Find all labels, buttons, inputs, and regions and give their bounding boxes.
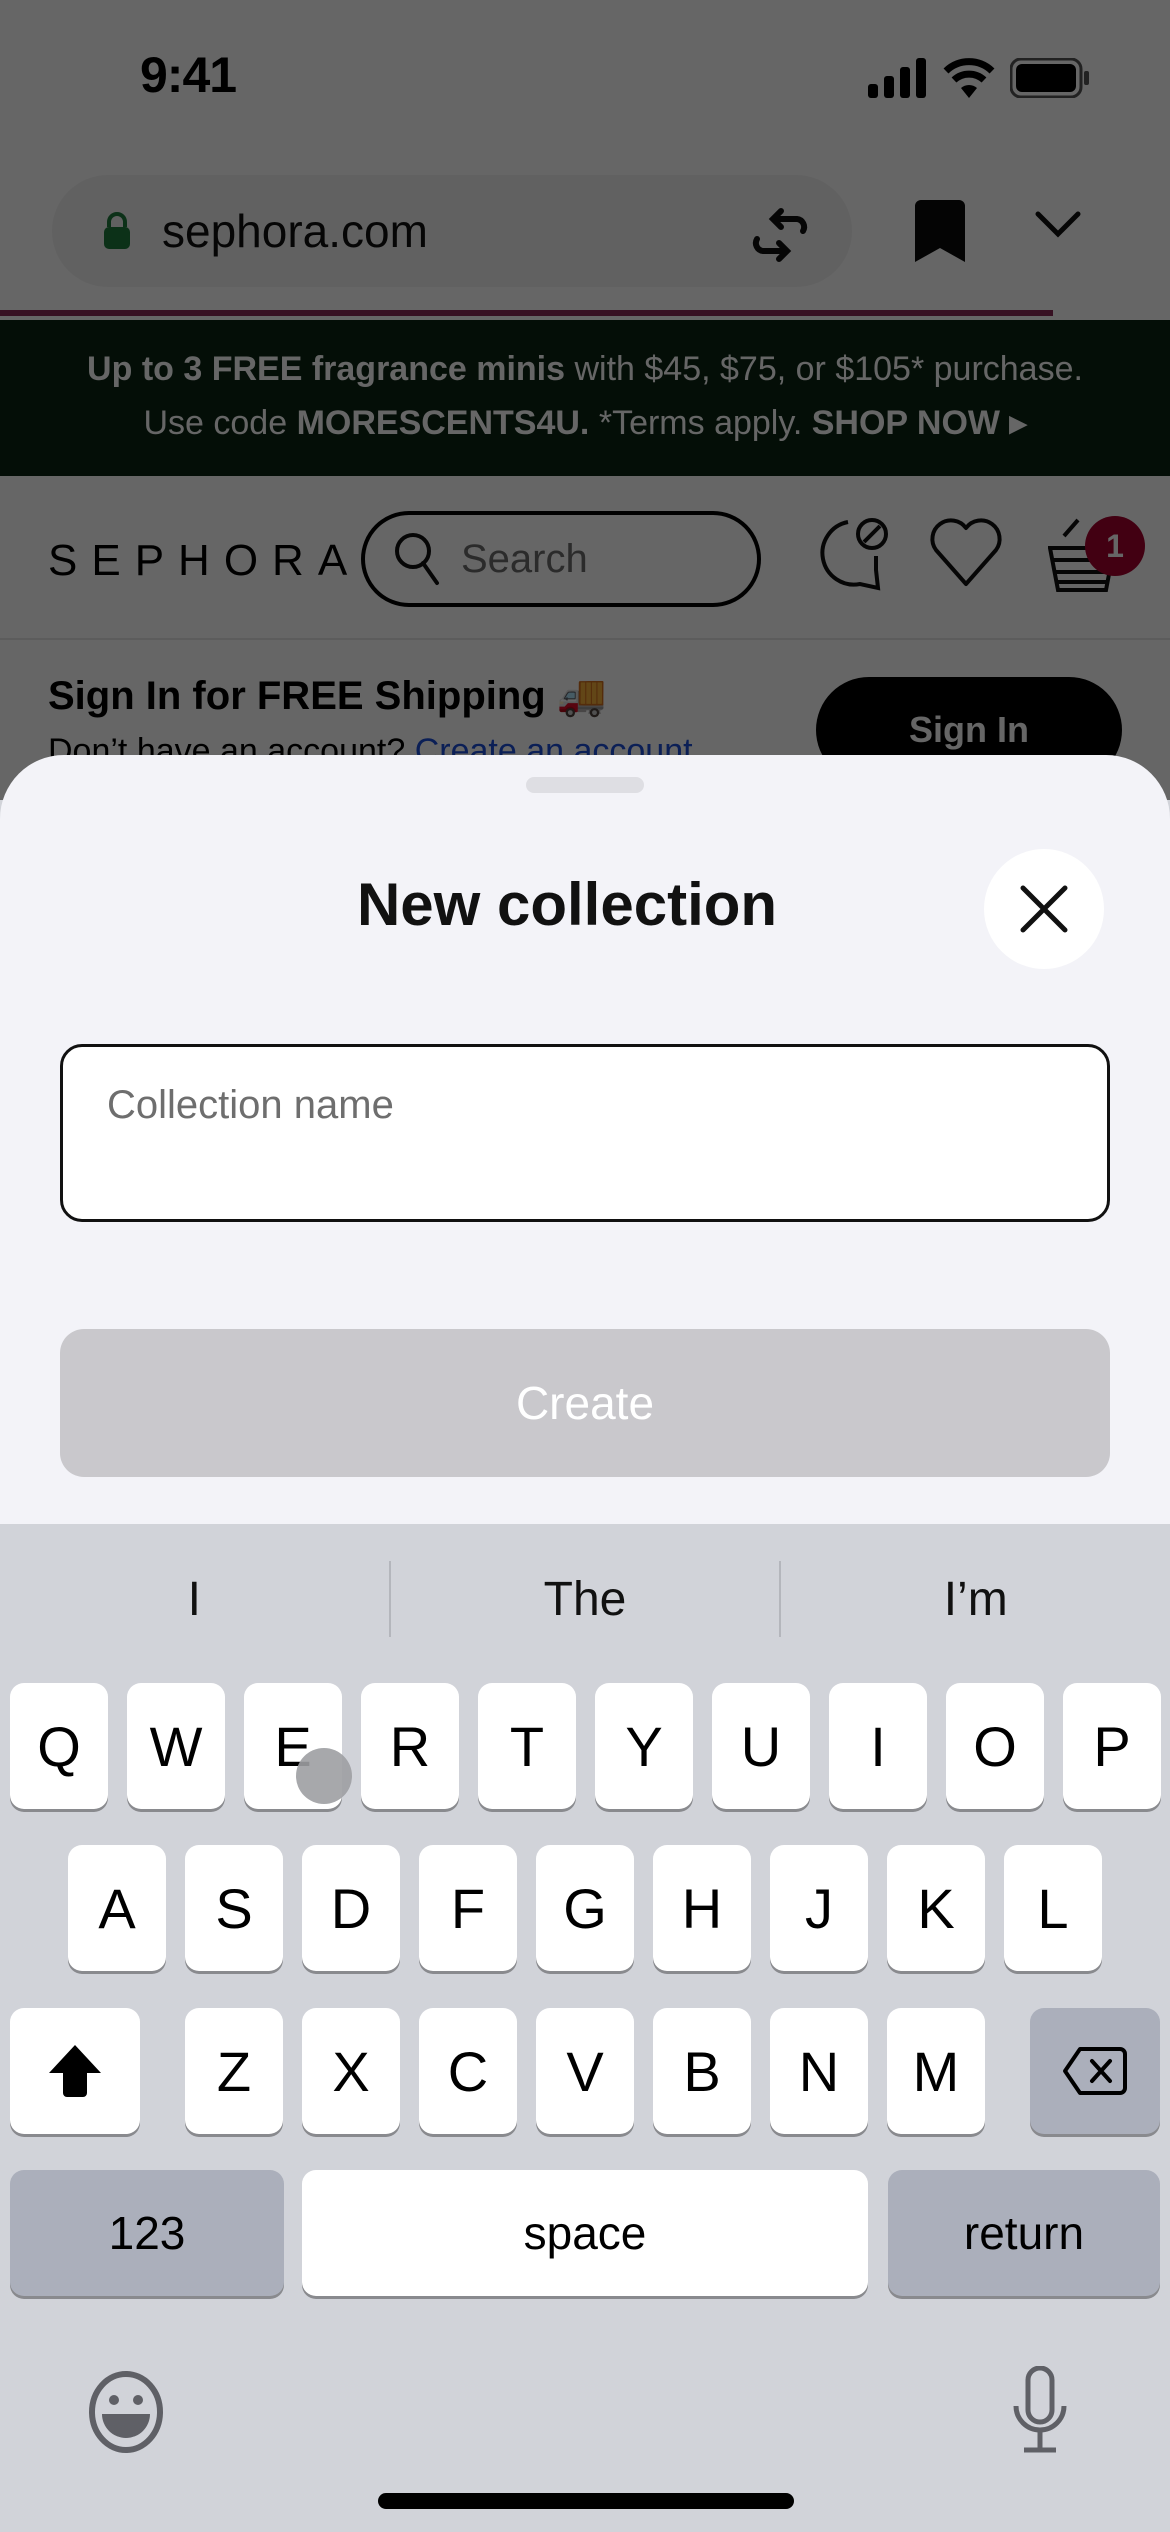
return-key[interactable]: return [888, 2170, 1160, 2296]
key-q[interactable]: Q [10, 1683, 108, 1809]
microphone-icon[interactable] [1010, 2366, 1070, 2456]
key-v[interactable]: V [536, 2008, 634, 2134]
key-n[interactable]: N [770, 2008, 868, 2134]
modal-scrim[interactable] [0, 0, 1170, 800]
suggestion-1[interactable]: I [0, 1572, 389, 1627]
home-indicator[interactable] [378, 2493, 794, 2509]
key-g[interactable]: G [536, 1845, 634, 1971]
delete-key[interactable] [1030, 2008, 1160, 2134]
suggestion-3[interactable]: I’m [781, 1572, 1170, 1627]
key-f[interactable]: F [419, 1845, 517, 1971]
close-icon [1020, 885, 1068, 933]
sheet-grabber[interactable] [526, 777, 644, 793]
key-j[interactable]: J [770, 1845, 868, 1971]
key-s[interactable]: S [185, 1845, 283, 1971]
key-m[interactable]: M [887, 2008, 985, 2134]
key-w[interactable]: W [127, 1683, 225, 1809]
key-t[interactable]: T [478, 1683, 576, 1809]
numbers-key[interactable]: 123 [10, 2170, 284, 2296]
key-u[interactable]: U [712, 1683, 810, 1809]
sheet-title: New collection [356, 871, 778, 938]
shift-icon [49, 2045, 101, 2097]
close-button[interactable] [984, 849, 1104, 969]
backspace-icon [1063, 2047, 1127, 2095]
key-l[interactable]: L [1004, 1845, 1102, 1971]
suggestion-2[interactable]: The [391, 1572, 780, 1627]
create-button[interactable]: Create [60, 1329, 1110, 1477]
new-collection-sheet: New collection Create [0, 755, 1170, 1525]
key-r[interactable]: R [361, 1683, 459, 1809]
key-k[interactable]: K [887, 1845, 985, 1971]
collection-name-field[interactable] [60, 1044, 1110, 1222]
emoji-icon[interactable] [86, 2370, 166, 2454]
key-c[interactable]: C [419, 2008, 517, 2134]
predictive-bar: I The I’m [0, 1524, 1170, 1674]
key-i[interactable]: I [829, 1683, 927, 1809]
key-a[interactable]: A [68, 1845, 166, 1971]
touch-indicator [296, 1748, 352, 1804]
key-z[interactable]: Z [185, 2008, 283, 2134]
collection-name-input[interactable] [63, 1047, 1107, 1164]
key-b[interactable]: B [653, 2008, 751, 2134]
key-h[interactable]: H [653, 1845, 751, 1971]
key-p[interactable]: P [1063, 1683, 1161, 1809]
key-y[interactable]: Y [595, 1683, 693, 1809]
key-o[interactable]: O [946, 1683, 1044, 1809]
space-key[interactable]: space [302, 2170, 868, 2296]
shift-key[interactable] [10, 2008, 140, 2134]
background-page: 9:41 sep [0, 0, 1170, 800]
key-x[interactable]: X [302, 2008, 400, 2134]
keyboard: I The I’m 123 space return QWERTYUIOPASD… [0, 1524, 1170, 2532]
key-d[interactable]: D [302, 1845, 400, 1971]
